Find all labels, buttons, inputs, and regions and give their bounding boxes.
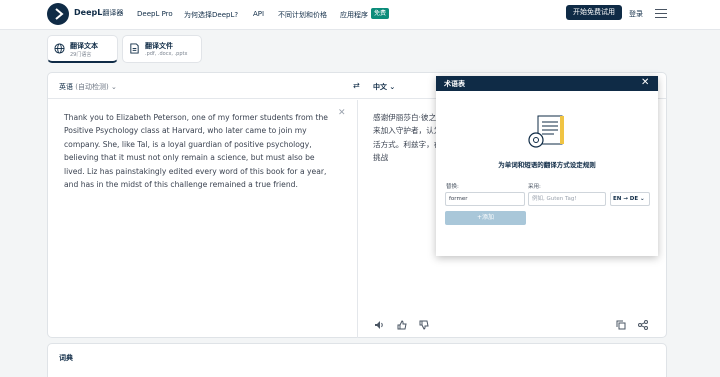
thumbs-down-icon[interactable] xyxy=(419,320,429,330)
tab-translate-files-title: 翻译文件 xyxy=(145,42,173,50)
copy-icon[interactable] xyxy=(616,320,626,330)
glossary-description: 为单词和短语的翻译方式设定规则 xyxy=(498,161,596,169)
add-entry-button[interactable]: +添加 xyxy=(445,211,526,225)
close-icon[interactable]: ✕ xyxy=(641,77,649,89)
tab-translate-files[interactable]: 翻译文件 .pdf, .docx, .pptx xyxy=(122,35,202,63)
replace-label: 替换: xyxy=(446,184,459,190)
deepl-logo-icon[interactable] xyxy=(47,3,69,25)
language-pair-select[interactable]: EN → DE ⌄ xyxy=(610,192,650,206)
document-icon xyxy=(130,43,139,54)
glossary-popup: 术语表 ✕ 为单词和短语的翻译方式设定规则 替换: 采用: former 例如,… xyxy=(436,76,658,256)
source-text-area[interactable]: Thank you to Elizabeth Peterson, one of … xyxy=(64,111,334,191)
nav-api[interactable]: API xyxy=(253,10,264,18)
globe-icon xyxy=(54,43,65,54)
nav-why-deepl[interactable]: 为何选择DeepL? xyxy=(184,10,238,20)
swap-languages-icon[interactable]: ⇄ xyxy=(353,81,360,90)
dictionary-label: 词典 xyxy=(59,354,73,362)
source-language-select[interactable]: 英语 (自动检测) ⌄ xyxy=(59,82,117,92)
share-icon[interactable] xyxy=(638,320,648,330)
tab-translate-text-title: 翻译文本 xyxy=(70,42,98,50)
thumbs-up-icon[interactable] xyxy=(397,320,407,330)
hamburger-menu-icon[interactable] xyxy=(655,9,667,19)
clear-text-icon[interactable]: ✕ xyxy=(338,108,346,118)
glossary-book-gear-icon xyxy=(528,115,564,148)
glossary-header: 术语表 ✕ xyxy=(436,76,658,91)
panel-divider xyxy=(357,100,358,338)
use-input[interactable]: 例如, Guten Tag! xyxy=(528,192,606,206)
target-language-select[interactable]: 中文 ⌄ xyxy=(373,82,395,92)
dictionary-panel: 词典 xyxy=(47,343,667,377)
start-free-trial-button[interactable]: 开始免费试用 xyxy=(566,5,622,20)
nav-deepl-pro[interactable]: DeepL Pro xyxy=(137,10,173,18)
free-badge: 免费 xyxy=(371,8,390,19)
brand-name[interactable]: DeepL翻译器 xyxy=(74,8,123,18)
tab-translate-files-subtitle: .pdf, .docx, .pptx xyxy=(145,51,188,57)
top-navigation-bar: DeepL翻译器 DeepL Pro 为何选择DeepL? API 不同计划和价… xyxy=(0,0,720,30)
tab-translate-text[interactable]: 翻译文本 29门语言 xyxy=(47,35,118,63)
speaker-icon[interactable] xyxy=(374,320,384,330)
use-label: 采用: xyxy=(528,184,541,190)
nav-apps[interactable]: 应用程序 xyxy=(340,10,368,20)
login-link[interactable]: 登录 xyxy=(629,9,643,19)
tab-translate-text-subtitle: 29门语言 xyxy=(70,52,92,58)
replace-input[interactable]: former xyxy=(445,192,525,206)
glossary-title: 术语表 xyxy=(444,80,465,88)
nav-pricing[interactable]: 不同计划和价格 xyxy=(278,10,327,20)
